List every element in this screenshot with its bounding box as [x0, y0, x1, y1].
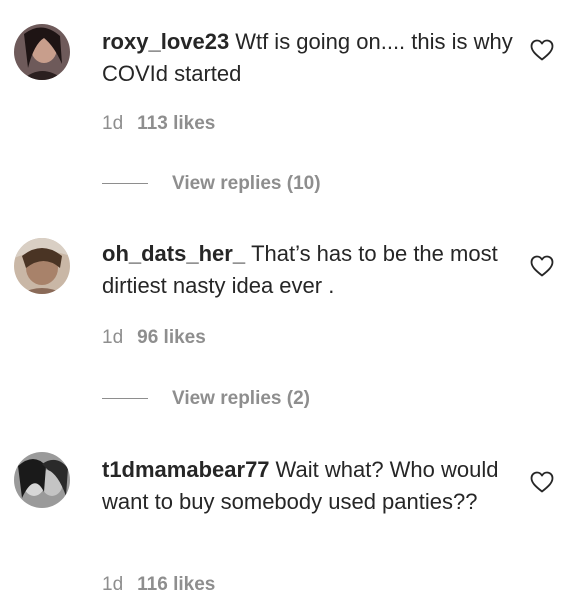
comment-meta: 1d 96 likes — [102, 326, 206, 350]
view-replies-button[interactable]: View replies (10) — [102, 172, 321, 196]
comment-username[interactable]: roxy_love23 — [102, 29, 229, 54]
comment-item: t1dmamabear77 Wait what? Who would want t… — [0, 420, 564, 600]
view-replies-button[interactable]: View replies (2) — [102, 387, 310, 411]
comment-age: 1d — [102, 327, 124, 348]
comment-meta: 1d 116 likes — [102, 573, 215, 597]
comment-text: t1dmamabear77 Wait what? Who would want t… — [102, 454, 514, 518]
likes-count[interactable]: 116 likes — [137, 574, 215, 595]
avatar[interactable] — [14, 24, 70, 80]
comment-age: 1d — [102, 113, 124, 134]
comment-text: oh_dats_her_ That’s has to be the most di… — [102, 238, 514, 302]
comment-username[interactable]: t1dmamabear77 — [102, 457, 270, 482]
heart-icon[interactable] — [530, 471, 554, 493]
view-replies-label[interactable]: View replies (2) — [172, 388, 310, 409]
comment-text: roxy_love23 Wtf is going on.... this is w… — [102, 26, 514, 90]
view-replies-label[interactable]: View replies (10) — [172, 173, 321, 194]
replies-divider — [102, 398, 148, 400]
replies-divider — [102, 183, 148, 185]
heart-icon[interactable] — [530, 255, 554, 277]
comment-item: oh_dats_her_ That’s has to be the most di… — [0, 210, 564, 420]
comment-username[interactable]: oh_dats_her_ — [102, 241, 245, 266]
likes-count[interactable]: 113 likes — [137, 113, 215, 134]
avatar[interactable] — [14, 452, 70, 508]
heart-icon[interactable] — [530, 39, 554, 61]
comment-item: roxy_love23 Wtf is going on.... this is w… — [0, 0, 564, 210]
comment-age: 1d — [102, 574, 124, 595]
avatar[interactable] — [14, 238, 70, 294]
likes-count[interactable]: 96 likes — [137, 327, 206, 348]
comment-meta: 1d 113 likes — [102, 112, 215, 136]
